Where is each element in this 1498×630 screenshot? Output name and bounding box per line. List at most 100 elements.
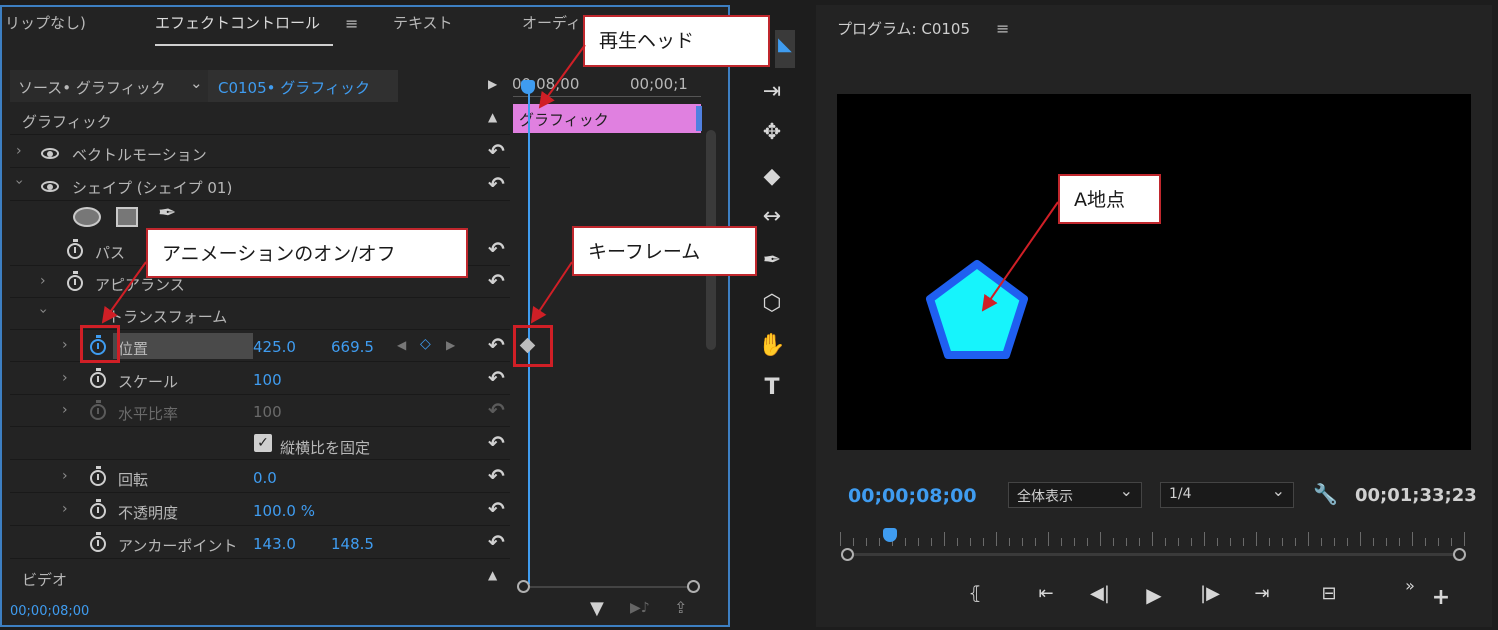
step-forward-icon[interactable]: |▶: [1195, 583, 1225, 604]
rotation-row: › 回転 0.0 ↶: [10, 462, 510, 493]
reset-icon[interactable]: ↶: [488, 464, 505, 488]
stopwatch-icon[interactable]: [90, 499, 106, 519]
selection-tool-icon[interactable]: ◣: [778, 34, 792, 55]
panel-menu-icon[interactable]: ≡: [345, 14, 358, 33]
reset-icon[interactable]: ↶: [488, 333, 505, 357]
stopwatch-icon[interactable]: [90, 368, 106, 388]
program-time-ruler[interactable]: [840, 530, 1466, 548]
tab-text[interactable]: テキスト: [393, 12, 453, 33]
chevron-right-icon[interactable]: ›: [62, 468, 68, 484]
reset-icon[interactable]: ↶: [488, 237, 505, 261]
shape-tool-icon[interactable]: ⬡: [757, 289, 787, 319]
timeline-timecode-end: 00;00;1: [630, 75, 688, 93]
chevron-down-icon[interactable]: ⌄: [190, 74, 203, 92]
filter-icon[interactable]: ▼: [590, 598, 604, 619]
chevron-down-icon[interactable]: ›: [35, 308, 51, 314]
chevron-right-icon[interactable]: ›: [16, 143, 22, 159]
reset-icon[interactable]: ↶: [488, 139, 505, 163]
add-button-icon[interactable]: +: [1426, 585, 1456, 610]
rectangle-mask-icon[interactable]: [116, 207, 138, 227]
zoom-end-knob[interactable]: [687, 580, 700, 593]
panel-menu-icon[interactable]: ≡: [996, 19, 1009, 38]
section-video-row: ビデオ ▲: [10, 562, 510, 593]
more-controls-icon[interactable]: »: [1395, 576, 1425, 595]
checkbox-checked-icon[interactable]: ✓: [254, 434, 272, 452]
sequence-label[interactable]: C0105• グラフィック: [218, 77, 370, 98]
pen-mask-icon[interactable]: ✒: [158, 201, 176, 226]
eye-icon[interactable]: [41, 181, 59, 192]
tab-clip[interactable]: リップなし): [5, 12, 86, 33]
tab-audio[interactable]: オーディ: [522, 12, 581, 33]
ripple-edit-tool-icon[interactable]: ✥: [757, 118, 787, 148]
ruler-tick: [1451, 538, 1452, 546]
collapse-up-icon[interactable]: ▲: [488, 110, 497, 124]
callout-keyframe-text: キーフレーム: [588, 241, 701, 263]
program-zoom-bar[interactable]: [845, 553, 1460, 556]
tab-effect-controls[interactable]: エフェクトコントロール: [155, 12, 320, 33]
chevron-right-icon[interactable]: ›: [62, 337, 68, 353]
reset-icon[interactable]: ↶: [488, 530, 505, 554]
chevron-right-icon[interactable]: ›: [62, 402, 68, 418]
program-timecode[interactable]: 00;00;08;00: [848, 485, 977, 507]
hand-tool-icon[interactable]: ✋: [757, 331, 787, 361]
scale-value[interactable]: 100: [253, 371, 282, 389]
chevron-right-icon[interactable]: ›: [62, 501, 68, 517]
next-keyframe-icon[interactable]: ▶: [446, 338, 455, 352]
program-playhead[interactable]: [883, 528, 897, 542]
razor-tool-icon[interactable]: ◆: [757, 162, 787, 192]
play-triangle-icon[interactable]: ▶: [488, 77, 497, 91]
eye-icon[interactable]: [41, 148, 59, 159]
reset-icon[interactable]: ↶: [488, 431, 505, 455]
chevron-right-icon[interactable]: ›: [40, 273, 46, 289]
reset-icon[interactable]: ↶: [488, 366, 505, 390]
step-back-icon[interactable]: ◀|: [1085, 583, 1115, 604]
ruler-tick: [905, 538, 906, 546]
rotation-value[interactable]: 0.0: [253, 469, 277, 487]
playhead-handle[interactable]: [521, 80, 535, 94]
go-to-in-icon[interactable]: ⇤: [1031, 583, 1061, 604]
mark-in-icon[interactable]: ⦃: [960, 583, 990, 604]
opacity-value[interactable]: 100.0 %: [253, 502, 315, 520]
ruler-tick: [1334, 538, 1335, 546]
chevron-down-icon[interactable]: ›: [11, 179, 27, 185]
ruler-tick: [1243, 538, 1244, 546]
zoom-dropdown[interactable]: 全体表示: [1008, 481, 1142, 508]
resolution-dropdown[interactable]: 1/4: [1160, 481, 1294, 508]
prev-keyframe-icon[interactable]: ◀: [397, 338, 406, 352]
go-to-out-icon[interactable]: ⇥: [1247, 583, 1277, 604]
graphic-clip[interactable]: グラフィック: [513, 104, 701, 133]
stopwatch-icon[interactable]: [90, 466, 106, 486]
collapse-up-icon[interactable]: ▲: [488, 568, 497, 582]
ruler-tick: [1113, 538, 1114, 546]
stopwatch-icon[interactable]: [67, 271, 83, 291]
reset-icon: ↶: [488, 398, 505, 422]
reset-icon[interactable]: ↶: [488, 497, 505, 521]
reset-icon[interactable]: ↶: [488, 269, 505, 293]
pen-tool-icon[interactable]: ✒: [757, 246, 787, 276]
program-zoom-end-knob[interactable]: [1453, 548, 1466, 561]
reset-icon[interactable]: ↶: [488, 172, 505, 196]
source-label[interactable]: ソース• グラフィック: [18, 77, 166, 98]
stopwatch-icon[interactable]: [90, 532, 106, 552]
export-icon[interactable]: ⇪: [674, 598, 687, 617]
position-y-value[interactable]: 669.5: [331, 338, 374, 356]
chevron-right-icon[interactable]: ›: [62, 370, 68, 386]
wrench-icon[interactable]: 🔧: [1313, 482, 1338, 506]
program-title[interactable]: プログラム: C0105: [837, 18, 970, 39]
anchor-y-value[interactable]: 148.5: [331, 535, 374, 553]
play-icon[interactable]: ▶: [1139, 583, 1169, 607]
program-zoom-start-knob[interactable]: [841, 548, 854, 561]
ellipse-mask-icon[interactable]: [73, 207, 101, 227]
timeline-zoom-bar[interactable]: [520, 586, 700, 588]
add-keyframe-icon[interactable]: ◇: [420, 336, 431, 352]
clip-end-handle[interactable]: [696, 106, 702, 131]
position-x-value[interactable]: 425.0: [253, 338, 296, 356]
pentagon-shape[interactable]: [920, 255, 1035, 365]
export-frame-icon[interactable]: ⊟: [1314, 583, 1344, 604]
stopwatch-icon[interactable]: [67, 239, 83, 259]
type-tool-icon[interactable]: T: [757, 373, 787, 403]
slip-tool-icon[interactable]: ↔: [757, 202, 787, 232]
anchor-x-value[interactable]: 143.0: [253, 535, 296, 553]
zoom-start-knob[interactable]: [517, 580, 530, 593]
track-select-tool-icon[interactable]: ⇥: [757, 77, 787, 107]
